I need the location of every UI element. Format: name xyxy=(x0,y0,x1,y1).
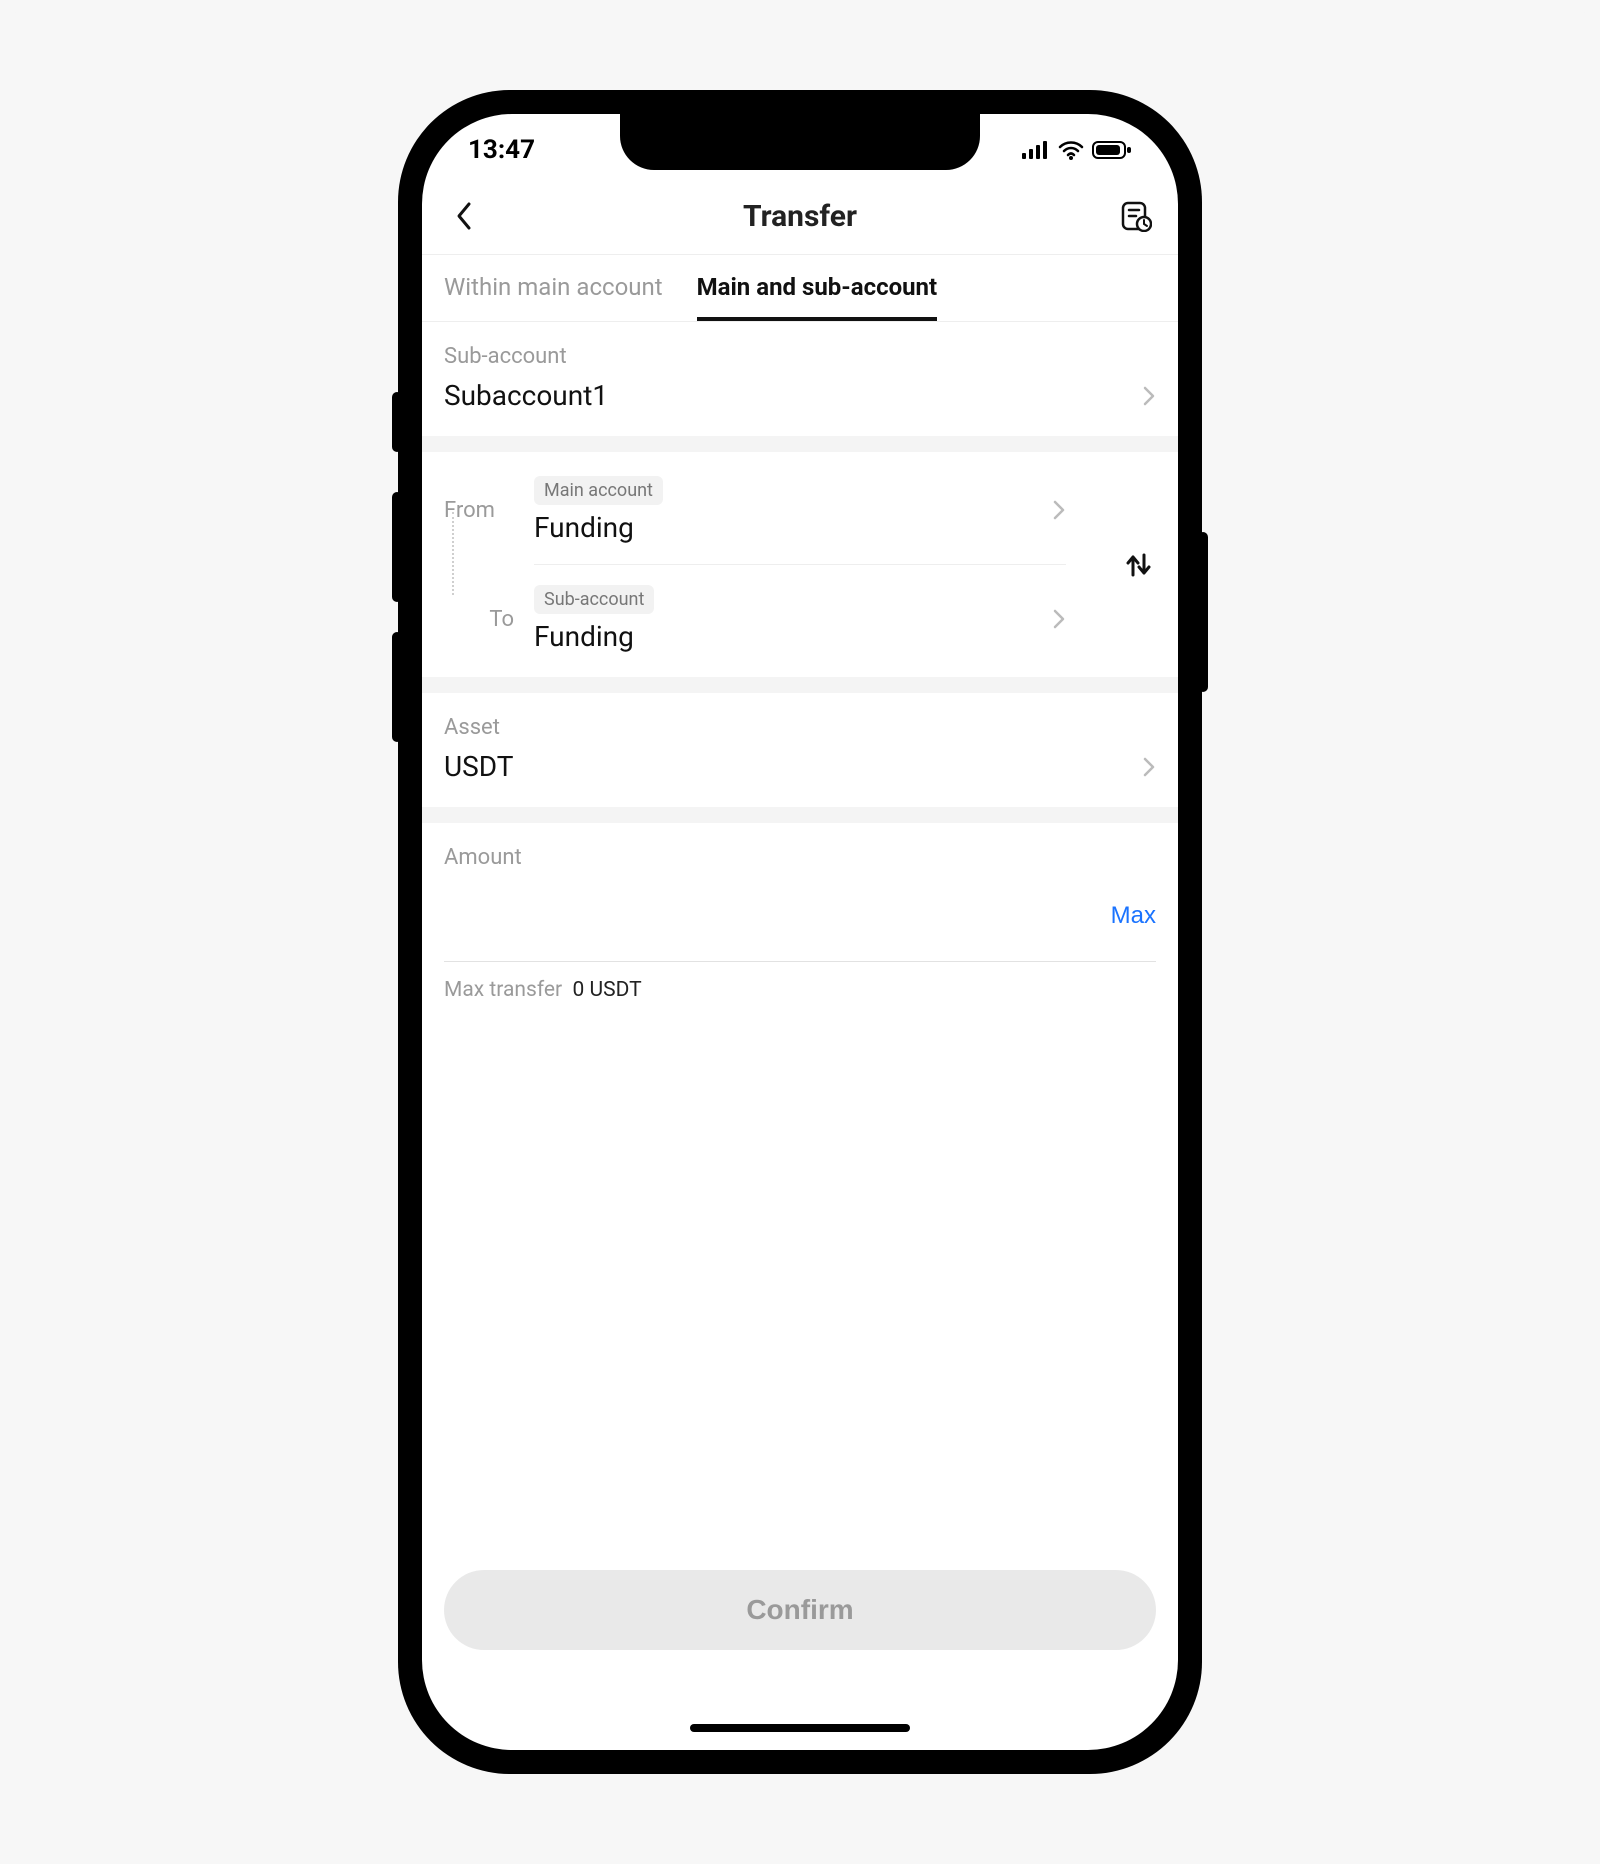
subaccount-value: Subaccount1 xyxy=(444,379,608,412)
phone-frame: 13:47 Transfer xyxy=(400,92,1200,1772)
divider xyxy=(534,564,1066,565)
asset-label: Asset xyxy=(444,715,1156,740)
page-title: Transfer xyxy=(743,199,857,234)
divider xyxy=(422,677,1178,693)
wifi-icon xyxy=(1058,140,1084,160)
max-transfer-label: Max transfer xyxy=(444,978,562,1002)
header: Transfer xyxy=(422,186,1178,255)
subaccount-selector[interactable]: Subaccount1 xyxy=(444,379,1156,412)
chevron-right-icon xyxy=(1142,385,1156,407)
to-label: To xyxy=(444,607,514,632)
max-button[interactable]: Max xyxy=(1111,902,1156,930)
subaccount-label: Sub-account xyxy=(444,344,1156,369)
from-selector[interactable]: From Main account Funding xyxy=(444,476,1156,544)
status-time: 13:47 xyxy=(468,135,535,165)
divider xyxy=(422,807,1178,823)
volume-down-button xyxy=(392,632,402,742)
asset-section: Asset USDT xyxy=(422,693,1178,807)
tabs: Within main account Main and sub-account xyxy=(422,255,1178,322)
status-icons xyxy=(1022,140,1132,160)
chevron-right-icon xyxy=(1052,608,1066,630)
history-icon xyxy=(1120,200,1152,232)
max-transfer-value: 0 USDT xyxy=(573,978,642,1002)
chevron-left-icon xyxy=(455,201,473,231)
power-button xyxy=(1198,532,1208,692)
history-button[interactable] xyxy=(1116,196,1156,236)
max-transfer-text: Max transfer 0 USDT xyxy=(444,978,1156,1002)
home-indicator[interactable] xyxy=(690,1724,910,1732)
swap-button[interactable] xyxy=(1120,547,1156,583)
amount-input[interactable] xyxy=(444,880,1111,951)
to-badge: Sub-account xyxy=(534,585,654,614)
amount-section: Amount Max Max transfer 0 USDT xyxy=(422,823,1178,1012)
back-button[interactable] xyxy=(444,196,484,236)
volume-up-button xyxy=(392,492,402,602)
from-badge: Main account xyxy=(534,476,663,505)
from-label: From xyxy=(444,498,514,523)
footer: Confirm xyxy=(422,1570,1178,1750)
cellular-icon xyxy=(1022,141,1050,159)
swap-icon xyxy=(1120,547,1156,583)
screen: 13:47 Transfer xyxy=(422,114,1178,1750)
amount-label: Amount xyxy=(444,845,1156,870)
divider xyxy=(422,436,1178,452)
asset-value: USDT xyxy=(444,750,514,783)
subaccount-section: Sub-account Subaccount1 xyxy=(422,322,1178,436)
from-value: Funding xyxy=(534,511,634,544)
chevron-right-icon xyxy=(1142,756,1156,778)
to-value: Funding xyxy=(534,620,634,653)
notch xyxy=(620,114,980,170)
chevron-right-icon xyxy=(1052,499,1066,521)
transfer-section: From Main account Funding To Sub-account… xyxy=(422,452,1178,677)
side-button xyxy=(392,392,402,452)
tab-main-sub[interactable]: Main and sub-account xyxy=(697,273,938,321)
connector-line xyxy=(452,512,454,595)
tab-within-main[interactable]: Within main account xyxy=(444,273,663,321)
battery-icon xyxy=(1092,140,1132,160)
to-selector[interactable]: To Sub-account Funding xyxy=(444,585,1156,653)
asset-selector[interactable]: USDT xyxy=(444,750,1156,783)
confirm-button[interactable]: Confirm xyxy=(444,1570,1156,1650)
